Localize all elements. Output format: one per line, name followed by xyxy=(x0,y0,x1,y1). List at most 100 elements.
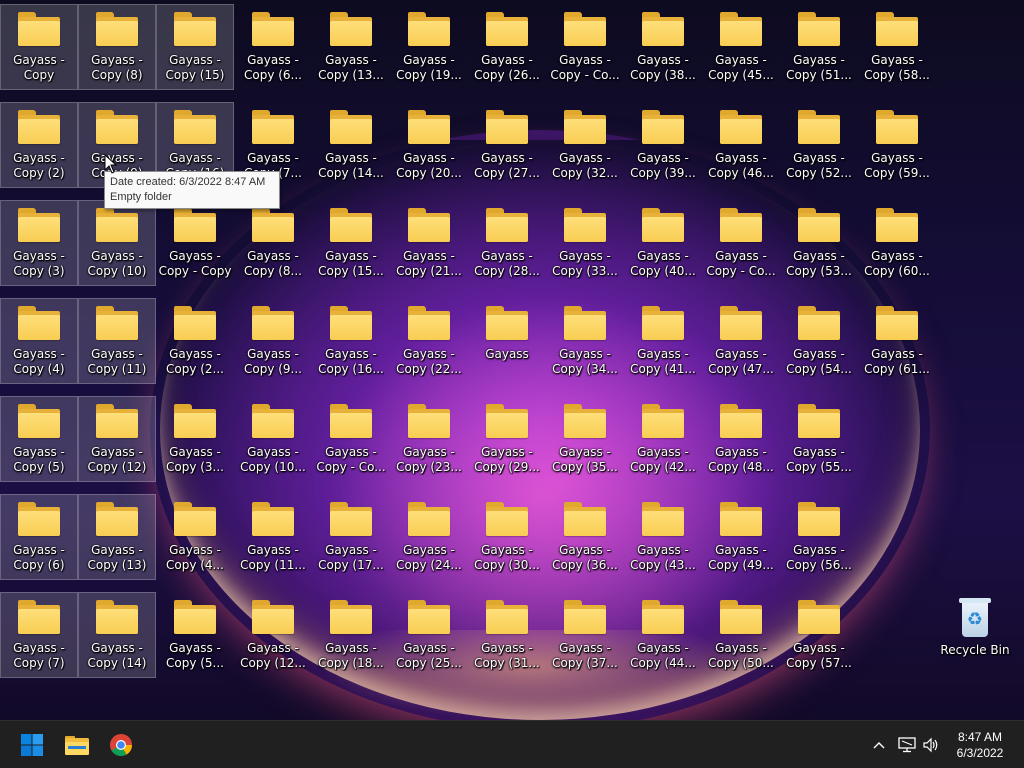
desktop-folder[interactable]: Gayass - Copy (37... xyxy=(546,592,624,678)
desktop-folder[interactable]: Gayass - Copy (51... xyxy=(780,4,858,90)
desktop-folder[interactable]: Gayass - Copy (8) xyxy=(78,4,156,90)
desktop-folder[interactable]: Gayass - Copy - Copy xyxy=(156,200,234,286)
desktop-folder[interactable]: Gayass - Copy (22... xyxy=(390,298,468,384)
desktop-folder[interactable]: Gayass - Copy (5... xyxy=(156,592,234,678)
desktop-folder[interactable]: Gayass - Copy (17... xyxy=(312,494,390,580)
desktop-folder[interactable]: Gayass - Copy (8... xyxy=(234,200,312,286)
desktop-folder[interactable]: Gayass - Copy (45... xyxy=(702,4,780,90)
show-hidden-icons-button[interactable] xyxy=(869,733,889,757)
file-explorer-button[interactable] xyxy=(57,725,97,765)
desktop-folder[interactable]: Gayass - Copy (19... xyxy=(390,4,468,90)
folder-icon xyxy=(172,206,218,244)
folder-label: Gayass - Copy (18... xyxy=(318,641,384,670)
desktop-folder[interactable]: Gayass - Copy - Co... xyxy=(702,200,780,286)
desktop-folder[interactable]: Gayass - Copy (2... xyxy=(156,298,234,384)
desktop-folder[interactable]: Gayass - Copy (52... xyxy=(780,102,858,188)
desktop-folder[interactable]: Gayass - Copy (31... xyxy=(468,592,546,678)
desktop-folder[interactable]: Gayass - Copy (61... xyxy=(858,298,936,384)
folder-icon xyxy=(328,108,374,146)
folder-label: Gayass - Copy (49... xyxy=(708,543,774,572)
desktop-folder[interactable]: Gayass - Copy (12) xyxy=(78,396,156,482)
desktop-folder[interactable]: Gayass - Copy (23... xyxy=(390,396,468,482)
desktop-folder[interactable]: Gayass - Copy (28... xyxy=(468,200,546,286)
desktop-folder[interactable]: Gayass - Copy (49... xyxy=(702,494,780,580)
folder-icon xyxy=(484,402,530,440)
desktop-folder[interactable]: Gayass - Copy (60... xyxy=(858,200,936,286)
desktop-folder[interactable]: Gayass - Copy (35... xyxy=(546,396,624,482)
desktop-folder[interactable]: Gayass - Copy (25... xyxy=(390,592,468,678)
desktop-folder[interactable]: Gayass - Copy (32... xyxy=(546,102,624,188)
desktop-folder[interactable]: Gayass - Copy (41... xyxy=(624,298,702,384)
desktop-folder[interactable]: Gayass - Copy (4) xyxy=(0,298,78,384)
desktop-folder[interactable]: Gayass - Copy (46... xyxy=(702,102,780,188)
desktop-folder[interactable]: Gayass - Copy (47... xyxy=(702,298,780,384)
desktop-folder[interactable]: Gayass - Copy (7) xyxy=(0,592,78,678)
desktop-folder[interactable]: Gayass - Copy (2) xyxy=(0,102,78,188)
desktop-folder[interactable]: Gayass - Copy (24... xyxy=(390,494,468,580)
folder-icon xyxy=(640,402,686,440)
desktop-folder[interactable]: Gayass - Copy - Co... xyxy=(546,4,624,90)
desktop-folder[interactable]: Gayass - Copy (16... xyxy=(312,298,390,384)
desktop-folder[interactable]: Gayass - Copy (27... xyxy=(468,102,546,188)
desktop-folder[interactable]: Gayass - Copy (10) xyxy=(78,200,156,286)
desktop-folder[interactable]: Gayass - Copy (57... xyxy=(780,592,858,678)
network-status-button[interactable] xyxy=(896,733,918,757)
desktop-folder[interactable]: Gayass - Copy (30... xyxy=(468,494,546,580)
desktop-folder[interactable]: Gayass - Copy (43... xyxy=(624,494,702,580)
desktop-folder[interactable]: Gayass - Copy (13... xyxy=(312,4,390,90)
desktop-folder[interactable]: Gayass - Copy (44... xyxy=(624,592,702,678)
folder-label: Gayass - Copy (50... xyxy=(708,641,774,670)
desktop-folder[interactable]: Gayass - Copy (26... xyxy=(468,4,546,90)
desktop-folder[interactable]: Gayass - Copy xyxy=(0,4,78,90)
desktop-folder[interactable]: Gayass - Copy (20... xyxy=(390,102,468,188)
desktop-folder[interactable]: Gayass - Copy (59... xyxy=(858,102,936,188)
desktop-folder[interactable]: Gayass - Copy (15... xyxy=(312,200,390,286)
desktop-folder[interactable]: Gayass - Copy (6... xyxy=(234,4,312,90)
desktop-folder[interactable]: Gayass - Copy (14... xyxy=(312,102,390,188)
taskbar-clock[interactable]: 8:47 AM 6/3/2022 xyxy=(944,729,1016,761)
desktop-folder[interactable]: Gayass - Copy (9... xyxy=(234,298,312,384)
desktop-folder[interactable]: Gayass - Copy (11... xyxy=(234,494,312,580)
desktop-folder[interactable]: Gayass - Copy (53... xyxy=(780,200,858,286)
desktop-folder[interactable]: Gayass - Copy (12... xyxy=(234,592,312,678)
desktop-folder[interactable]: Gayass - Copy (58... xyxy=(858,4,936,90)
recycle-bin-shortcut[interactable]: ♻ Recycle Bin xyxy=(936,594,1014,680)
desktop-folder[interactable]: Gayass - Copy (54... xyxy=(780,298,858,384)
desktop-folder[interactable]: Gayass - Copy (29... xyxy=(468,396,546,482)
desktop-folder[interactable]: Gayass - Copy (3) xyxy=(0,200,78,286)
desktop-folder[interactable]: Gayass - Copy (13) xyxy=(78,494,156,580)
desktop-folder[interactable]: Gayass - Copy (6) xyxy=(0,494,78,580)
desktop-folder[interactable]: Gayass - Copy (4... xyxy=(156,494,234,580)
desktop-folder[interactable]: Gayass - Copy (10... xyxy=(234,396,312,482)
desktop-folder[interactable]: Gayass - Copy (50... xyxy=(702,592,780,678)
desktop-folder[interactable]: Gayass - Copy (36... xyxy=(546,494,624,580)
chrome-button[interactable] xyxy=(101,725,141,765)
folder-label: Gayass - Copy (54... xyxy=(786,347,852,376)
desktop-folder[interactable]: Gayass - Copy (33... xyxy=(546,200,624,286)
desktop-folder[interactable]: Gayass - Copy (5) xyxy=(0,396,78,482)
desktop-folder[interactable]: Gayass - Copy (34... xyxy=(546,298,624,384)
folder-icon xyxy=(562,304,608,342)
desktop-folder[interactable]: Gayass - Copy (48... xyxy=(702,396,780,482)
desktop-folder[interactable]: Gayass xyxy=(468,298,546,384)
desktop-folder[interactable]: Gayass - Copy (42... xyxy=(624,396,702,482)
desktop-folder[interactable]: Gayass - Copy (39... xyxy=(624,102,702,188)
desktop-folder[interactable]: Gayass - Copy - Co... xyxy=(312,396,390,482)
desktop-folder[interactable]: Gayass - Copy (55... xyxy=(780,396,858,482)
desktop-folder[interactable]: Gayass - Copy (21... xyxy=(390,200,468,286)
desktop-folder[interactable]: Gayass - Copy (18... xyxy=(312,592,390,678)
desktop-folder[interactable]: Gayass - Copy (11) xyxy=(78,298,156,384)
desktop-folder[interactable]: Gayass - Copy (40... xyxy=(624,200,702,286)
desktop-folder[interactable]: Gayass - Copy (38... xyxy=(624,4,702,90)
folder-label: Gayass - Copy (29... xyxy=(474,445,540,474)
desktop-folder[interactable]: Gayass - Copy (15) xyxy=(156,4,234,90)
folder-icon xyxy=(250,598,296,636)
desktop-folder[interactable]: Gayass - Copy (3... xyxy=(156,396,234,482)
folder-label: Gayass - Copy (60... xyxy=(864,249,930,278)
desktop-folder[interactable]: Gayass - Copy (14) xyxy=(78,592,156,678)
folder-label: Gayass - Copy (48... xyxy=(708,445,774,474)
desktop-folder[interactable]: Gayass - Copy (56... xyxy=(780,494,858,580)
volume-button[interactable] xyxy=(920,733,942,757)
start-button[interactable] xyxy=(12,725,52,765)
folder-label: Gayass - Copy (13) xyxy=(87,543,147,572)
